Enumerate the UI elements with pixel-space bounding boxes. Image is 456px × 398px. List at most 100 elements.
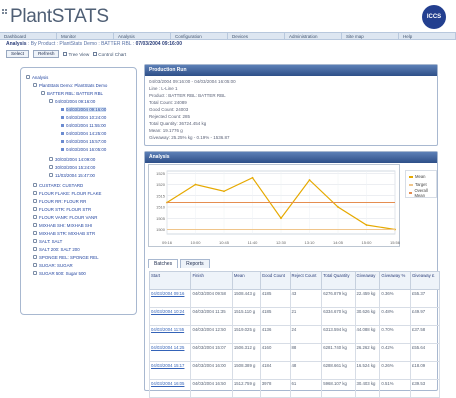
nav-administration[interactable]: Administration — [285, 33, 342, 40]
tree-product-10[interactable]: SPONGE REL: SPONGE REL — [33, 254, 99, 260]
table-cell-good-count: 4136 — [259, 325, 291, 344]
tree-toggle-icon[interactable] — [33, 223, 37, 227]
tree-root[interactable]: Analysis — [26, 74, 48, 80]
tree-toggle-icon[interactable] — [33, 263, 37, 267]
table-cell-reject-count: 48 — [289, 361, 323, 380]
table-row[interactable]: 04/03/2004 11:55 04/03/2004 12:50 1519.025… — [148, 325, 441, 344]
tree-toggle-icon[interactable] — [33, 247, 37, 251]
nav-help[interactable]: Help — [399, 33, 456, 40]
tree-date-6[interactable]: 04/03/2004 16:05:00 — [61, 146, 106, 152]
tab-batches[interactable]: Batches — [148, 259, 179, 268]
tree-label: FLOUR VANR: FLOUR VANR — [39, 214, 98, 220]
nav-dashboard[interactable]: Dashboard — [0, 33, 57, 40]
x-tick-label: 15:00 — [361, 240, 372, 245]
control-chart-checkbox[interactable]: Control Chart — [93, 52, 126, 57]
nav-monitor[interactable]: Monitor — [57, 33, 114, 40]
tree-toggle-icon[interactable] — [49, 157, 53, 161]
table-cell-giveaway-percent: 0.51% — [379, 379, 411, 398]
tree-toggle-icon[interactable] — [26, 75, 30, 79]
tree-subdate-3[interactable]: 11/03/2004 15:47:00 — [49, 172, 95, 178]
tree-toggle-icon[interactable] — [33, 215, 37, 219]
legend-mean-swatch — [409, 175, 413, 178]
tree-product-12[interactable]: SUGAR 500: Sugar 500 — [33, 270, 86, 276]
tree-label: MIXHAB STR: MIXHAB STR — [39, 230, 96, 236]
main-navigation: Dashboard Monitor Analysis Configuration… — [0, 32, 456, 40]
tree-label: 04/03/2004 14:25:00 — [66, 130, 107, 136]
table-cell-mean: 1519.025 g — [231, 325, 261, 344]
tree-subdate-2[interactable]: 30/03/2004 15:24:00 — [49, 164, 95, 170]
nav-devices[interactable]: Devices — [228, 33, 285, 40]
tree-toggle-icon[interactable] — [33, 183, 37, 187]
tree-product-8[interactable]: SALT: SALT — [33, 238, 62, 244]
tree-toggle-icon[interactable] — [49, 165, 53, 169]
tree-label: SUGAR 500: Sugar 500 — [39, 270, 86, 276]
tree-date-1[interactable]: 04/03/2004 09:16:00 — [61, 106, 107, 112]
tree-date-3[interactable]: 04/03/2004 11:55:00 — [61, 122, 106, 128]
tree-product-4[interactable]: FLOUR STR: FLOUR STR — [33, 206, 91, 212]
table-cell-start[interactable]: 04/03/2004 09:16 — [148, 289, 192, 308]
tree-view-checkbox[interactable]: Tree View — [63, 52, 89, 57]
table-cell-giveaway-percent: 0.36% — [379, 289, 411, 308]
production-line-6: Rejected Count: 285 — [149, 114, 191, 119]
nav-site-map[interactable]: Site map — [342, 33, 399, 40]
tree-date-4[interactable]: 04/03/2004 14:25:00 — [61, 130, 106, 136]
production-line-8: Mean: 19.1776 g — [149, 128, 183, 133]
table-row[interactable]: 04/03/2004 10:24 04/03/2004 11:35 1515.110… — [148, 307, 441, 326]
tree-toggle-icon[interactable] — [41, 91, 45, 95]
leaf-icon — [61, 115, 64, 119]
tree-toggle-icon[interactable] — [49, 99, 53, 103]
refresh-button[interactable]: Refresh — [33, 50, 60, 58]
tree-view-label: Tree View — [68, 51, 90, 57]
tree-toggle-icon[interactable] — [33, 191, 37, 195]
breadcrumb-demo[interactable]: PlantStats Demo — [59, 41, 97, 47]
tree-product-6[interactable]: MIXHAB SHI: MIXHAB SHI — [33, 222, 92, 228]
table-cell-good-count: 4160 — [259, 343, 291, 362]
tree-product-5[interactable]: FLOUR VANR: FLOUR VANR — [33, 214, 97, 220]
table-row[interactable]: 04/03/2004 15:17 04/03/2004 16:00 1508.389… — [148, 361, 441, 380]
breadcrumb-analysis[interactable]: Analysis — [6, 41, 27, 47]
tree-subdate-1[interactable]: 30/03/2004 14:09:00 — [49, 156, 95, 162]
tree-product-2[interactable]: FLOUR FLAKE: FLOUR FLAKE — [33, 190, 101, 196]
tree-toggle-icon[interactable] — [33, 239, 37, 243]
column-giveaway-pounds: Giveaway £ — [409, 271, 441, 290]
nav-configuration[interactable]: Configuration — [171, 33, 228, 40]
tree-toggle-icon[interactable] — [49, 173, 53, 177]
tree-batter[interactable]: BATTER RBL: BATTER RBL — [41, 90, 103, 96]
table-row[interactable]: 04/03/2004 09:16 04/03/2004 09:58 1508.443… — [148, 289, 441, 308]
tree-product-11[interactable]: SUGAR: SUGAR — [33, 262, 73, 268]
tab-reports[interactable]: Reports — [180, 259, 210, 268]
legend-overall-mean: Overall Mean — [409, 188, 436, 198]
table-row[interactable]: 04/03/2004 16:05 04/03/2004 16:50 1512.759… — [148, 379, 441, 398]
table-cell-start[interactable]: 04/03/2004 14:25 — [148, 343, 192, 362]
tree-product-3[interactable]: FLOUR RR: FLOUR RR — [33, 198, 86, 204]
tree-date-2[interactable]: 04/03/2004 10:24:00 — [61, 114, 106, 120]
tree-toggle-icon[interactable] — [33, 231, 37, 235]
app-window: PlantSTATS ICCS Dashboard Monitor Analys… — [0, 0, 456, 398]
table-row[interactable]: 04/03/2004 14:25 04/03/2004 15:07 1506.312… — [148, 343, 441, 362]
nav-analysis[interactable]: Analysis — [114, 33, 171, 40]
logo-dots-icon — [2, 9, 10, 17]
table-cell-start[interactable]: 04/03/2004 11:55 — [148, 325, 192, 344]
breadcrumb-by-product[interactable]: By Product — [31, 41, 55, 47]
tree-toggle-icon[interactable] — [33, 255, 37, 259]
breadcrumb-product[interactable]: BATTER RBL — [101, 41, 131, 47]
tree-toggle-icon[interactable] — [33, 83, 37, 87]
table-cell-start[interactable]: 04/03/2004 10:24 — [148, 307, 192, 326]
production-line-5: Good Count: 24003 — [149, 107, 189, 112]
tree-toggle-icon[interactable] — [33, 199, 37, 203]
table-cell-mean: 1508.443 g — [231, 289, 261, 308]
tree-product-9[interactable]: SALT 200: SALT 200 — [33, 246, 80, 252]
table-cell-start[interactable]: 04/03/2004 15:17 — [148, 361, 192, 380]
tree-product-1[interactable]: CUSTARD: CUSTARD — [33, 182, 83, 188]
select-button[interactable]: Select — [6, 50, 30, 58]
table-cell-start[interactable]: 04/03/2004 16:05 — [148, 379, 192, 398]
tree-product-7[interactable]: MIXHAB STR: MIXHAB STR — [33, 230, 95, 236]
tree-demo[interactable]: PlantStats Demo: PlantStats Demo — [33, 82, 107, 88]
column-giveaway-percent: Giveaway % — [379, 271, 411, 290]
tree-date-5[interactable]: 04/03/2004 15:57:00 — [61, 138, 106, 144]
tree-toggle-icon[interactable] — [33, 207, 37, 211]
mean-data-point — [223, 190, 225, 193]
table-cell-good-count: 4185 — [259, 289, 291, 308]
tree-toggle-icon[interactable] — [33, 271, 37, 275]
tree-date-main[interactable]: 04/03/2004 09:16:00 — [49, 98, 95, 104]
